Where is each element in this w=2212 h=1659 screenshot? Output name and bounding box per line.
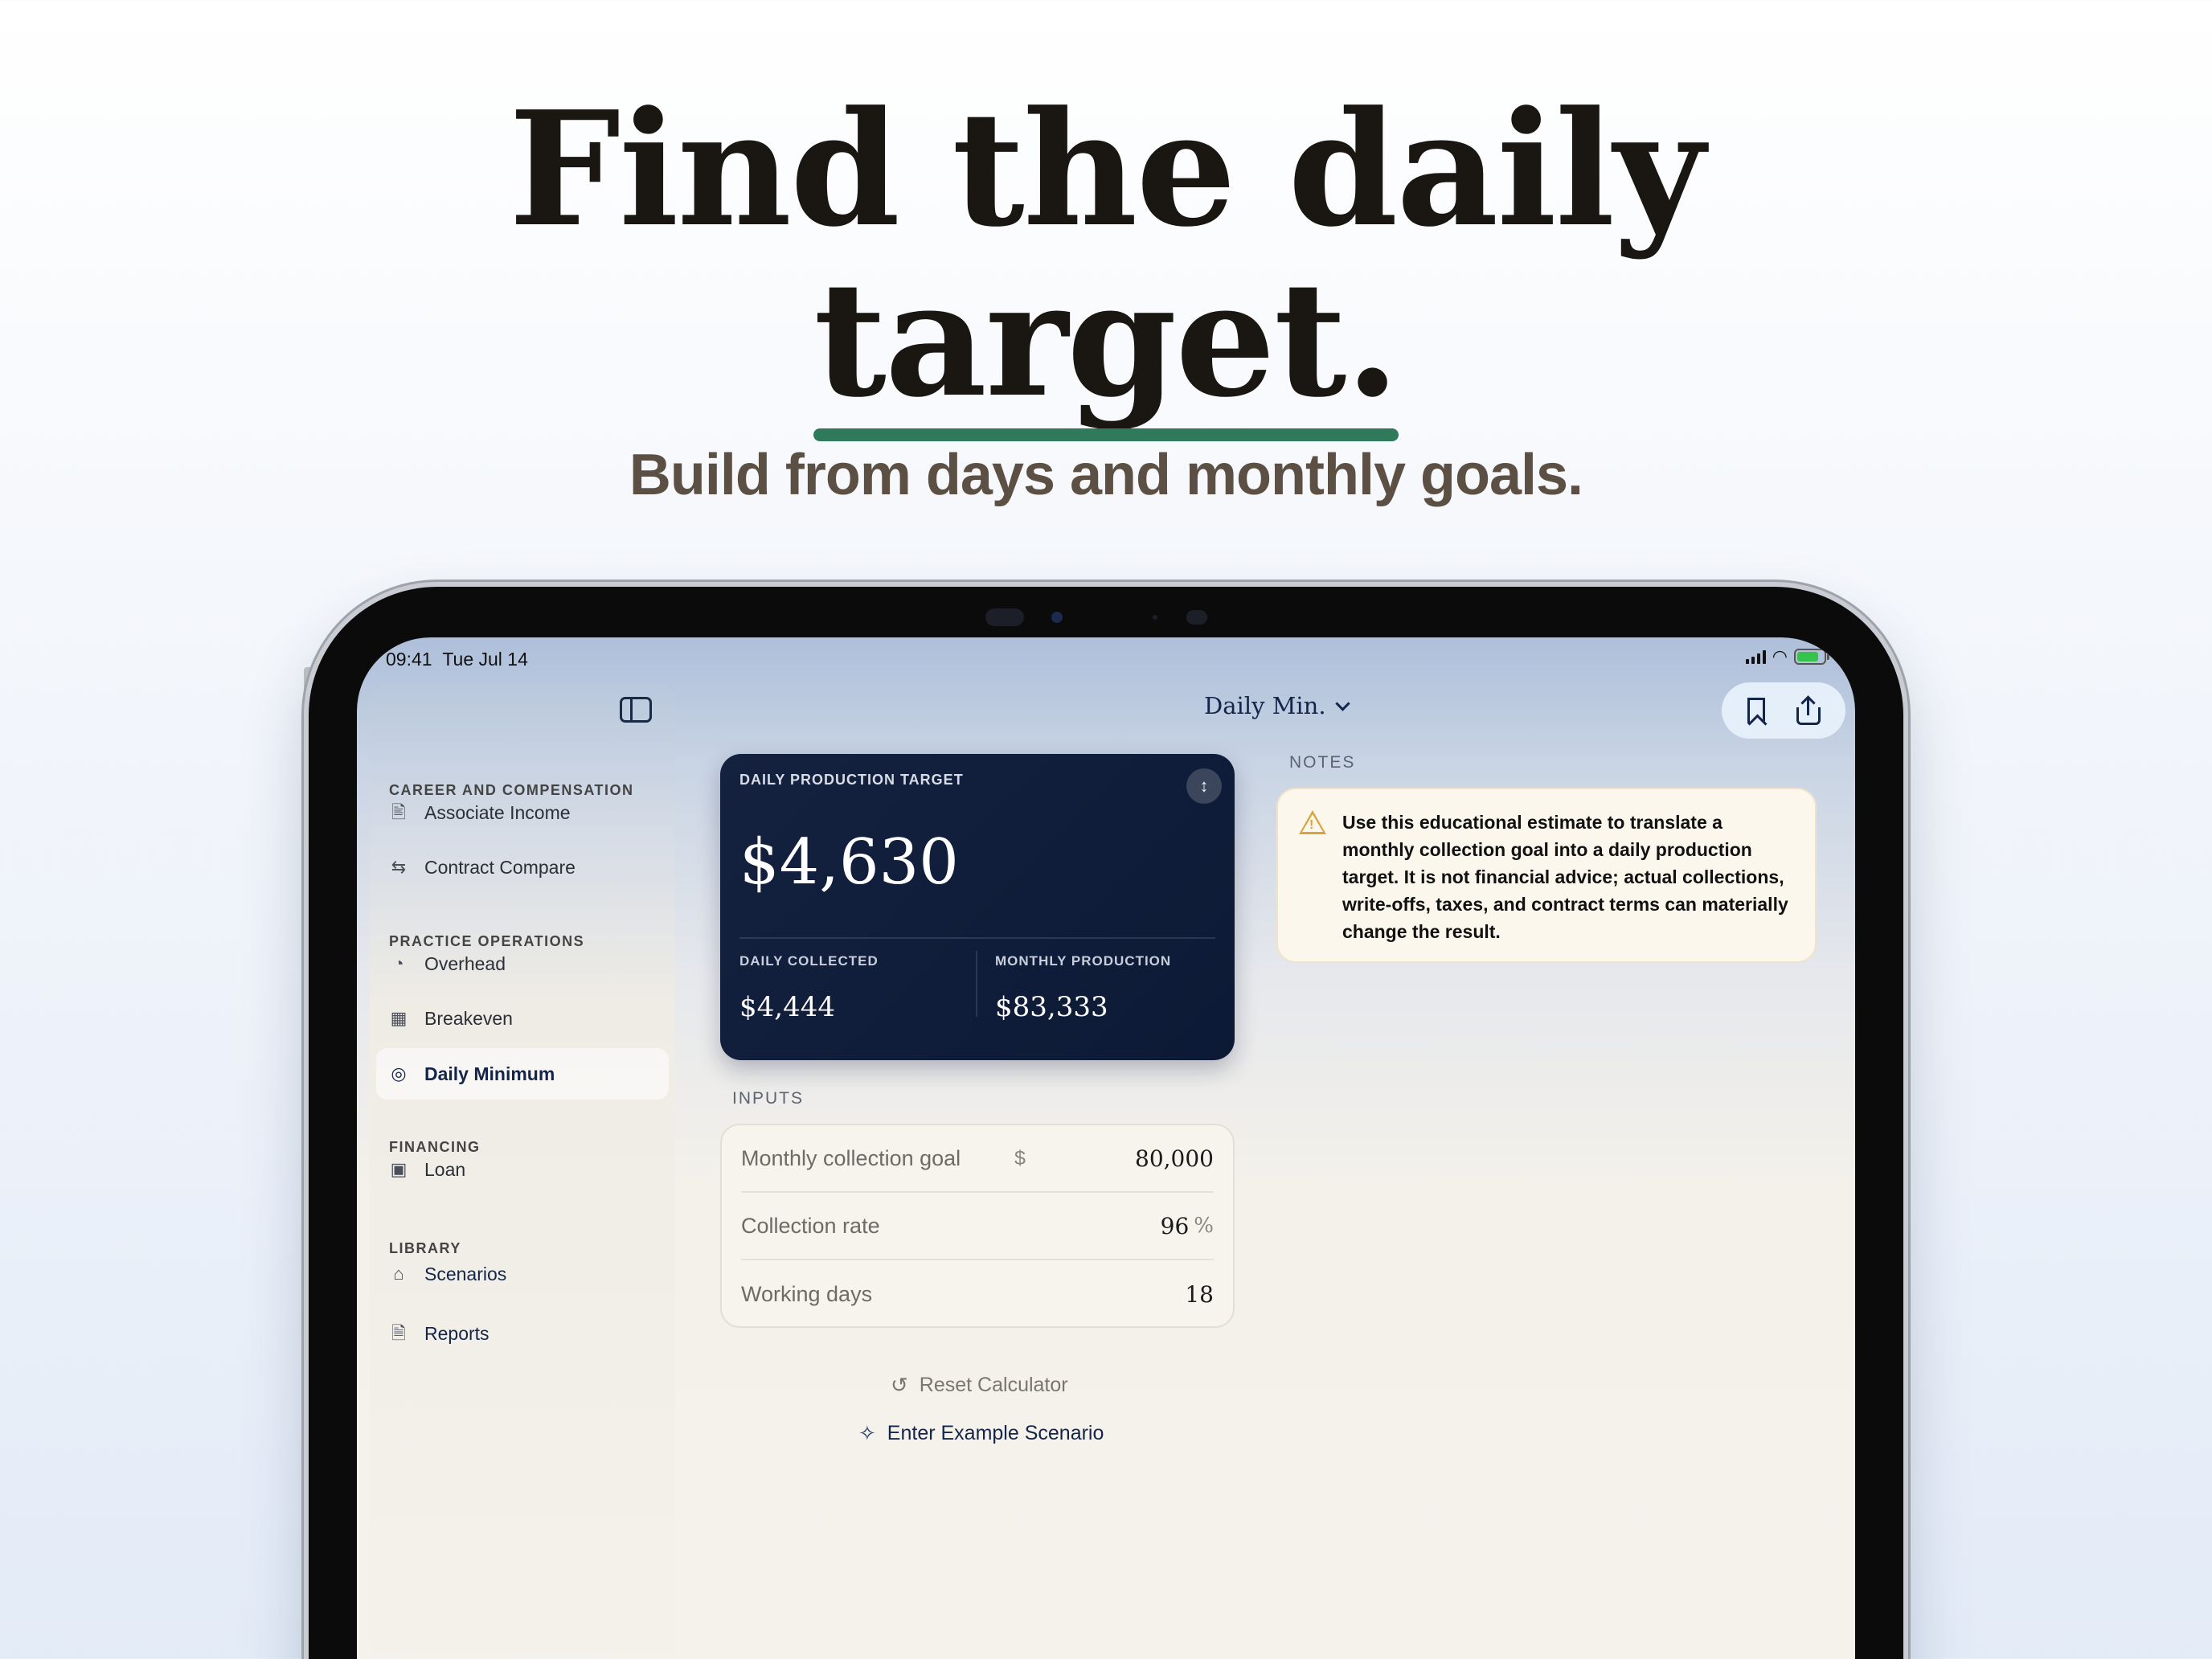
notes-text: Use this educational estimate to transla…	[1342, 812, 1788, 942]
sidebar-item-label: Daily Minimum	[424, 1063, 555, 1084]
swap-arrows-icon: ⇆	[391, 857, 407, 877]
sidebar-item-label: Reports	[424, 1322, 490, 1344]
inputs-card: Monthly collection goal $ 80,000 Collect…	[720, 1124, 1235, 1328]
wifi-icon: ◠	[1772, 646, 1788, 666]
currency-prefix: $	[1014, 1146, 1026, 1169]
input-row-working-days[interactable]: Working days 18	[741, 1260, 1214, 1328]
target-icon: ◎	[391, 1063, 407, 1083]
monthly-production-value: $83,333	[995, 991, 1108, 1023]
toolbar-actions	[1722, 682, 1845, 739]
share-icon[interactable]	[1796, 695, 1821, 725]
working-days-field[interactable]: 18	[1185, 1281, 1214, 1308]
daily-collected-label: DAILY COLLECTED	[739, 953, 879, 969]
sidebar-item-label: Breakeven	[424, 1007, 513, 1029]
sidebar-item-loan[interactable]: ▣ Loan	[376, 1144, 669, 1195]
hero-subhead: Build from days and monthly goals.	[629, 443, 1583, 507]
example-scenario-button[interactable]: ✧ Enter Example Scenario	[858, 1421, 1104, 1446]
example-label: Enter Example Scenario	[887, 1422, 1104, 1444]
sensor-icon	[985, 608, 1024, 626]
calculator-title: Daily Min.	[1204, 692, 1326, 719]
sidebar-item-contract-compare[interactable]: ⇆ Contract Compare	[376, 842, 669, 893]
headline-line-2: target.	[813, 255, 1400, 441]
chevron-down-icon	[1334, 695, 1350, 711]
sidebar-item-label: Overhead	[424, 952, 506, 974]
headline-line-2-text: target.	[813, 248, 1399, 432]
sidebar-item-label: Contract Compare	[424, 856, 576, 878]
reset-calculator-button[interactable]: ↺ Reset Calculator	[891, 1373, 1068, 1398]
sensor-icon-2	[1186, 610, 1207, 625]
headline-underline	[813, 428, 1399, 441]
camera-housing	[985, 608, 1227, 626]
sidebar-toggle-icon[interactable]	[620, 697, 652, 723]
inputs-heading: INPUTS	[732, 1089, 805, 1108]
calendar-grid-icon: ▦	[390, 1008, 408, 1028]
hero-headline: Find the daily target.	[0, 77, 2212, 441]
percent-unit: %	[1194, 1214, 1214, 1238]
input-label: Collection rate	[741, 1213, 880, 1238]
battery-icon	[1794, 649, 1829, 665]
calculator-title-menu[interactable]: Daily Min.	[1204, 692, 1350, 719]
sidebar-item-reports[interactable]: 🗎 Reports	[376, 1308, 669, 1359]
warning-mark-icon: !	[1309, 818, 1314, 832]
notes-heading: NOTES	[1289, 753, 1356, 772]
headline-line-1: Find the daily	[508, 77, 1705, 262]
input-label: Working days	[741, 1281, 873, 1306]
sidebar-item-scenarios[interactable]: ⌂ Scenarios	[376, 1248, 669, 1300]
sidebar-item-daily-minimum[interactable]: ◎ Daily Minimum	[376, 1048, 669, 1100]
notes-card: ! Use this educational estimate to trans…	[1276, 788, 1817, 963]
sidebar: CAREER AND COMPENSATION 🖹 Associate Inco…	[370, 682, 675, 1659]
collapse-icon[interactable]: ↕	[1186, 768, 1222, 804]
monthly-goal-field[interactable]: 80,000	[1135, 1145, 1214, 1172]
input-row-monthly-goal[interactable]: Monthly collection goal $ 80,000	[741, 1125, 1214, 1193]
daily-target-card: DAILY PRODUCTION TARGET ↕ $4,630 DAILY C…	[720, 754, 1235, 1060]
bookmark-icon[interactable]	[1747, 698, 1765, 723]
sidebar-item-overhead[interactable]: ◔ Overhead	[376, 938, 669, 989]
input-label: Monthly collection goal	[741, 1145, 961, 1170]
result-vertical-divider	[976, 951, 977, 1017]
document-icon: 🗎	[391, 1323, 406, 1343]
app-screen: 09:41 Tue Jul 14 ◠ CAREER AND COMPENSATI…	[357, 637, 1855, 1659]
cellular-signal-icon	[1745, 649, 1766, 664]
sensor-dot-icon	[1153, 615, 1157, 620]
status-time: 09:41	[386, 649, 432, 670]
sidebar-item-label: Scenarios	[424, 1263, 507, 1284]
daily-collected-value: $4,444	[739, 991, 835, 1023]
reset-label: Reset Calculator	[919, 1374, 1068, 1396]
banknote-icon: ▣	[390, 1159, 408, 1179]
result-divider	[739, 937, 1215, 939]
monthly-production-label: MONTHLY PRODUCTION	[995, 953, 1172, 969]
status-icons: ◠	[1745, 646, 1829, 666]
pie-chart-icon: ◔	[393, 953, 404, 973]
status-bar-time: 09:41 Tue Jul 14	[386, 649, 528, 670]
input-row-collection-rate[interactable]: Collection rate 96 %	[741, 1193, 1214, 1260]
collection-rate-field[interactable]: 96	[1161, 1213, 1190, 1239]
sidebar-item-label: Associate Income	[424, 801, 571, 823]
tray-icon: ⌂	[393, 1264, 404, 1284]
magic-wand-icon: ✧	[858, 1421, 876, 1445]
id-card-icon: 🖹	[391, 802, 406, 822]
sidebar-item-associate-income[interactable]: 🖹 Associate Income	[376, 787, 669, 838]
result-value: $4,630	[739, 826, 959, 899]
sidebar-item-breakeven[interactable]: ▦ Breakeven	[376, 993, 669, 1044]
camera-lens-icon	[1051, 612, 1063, 623]
reset-icon: ↺	[891, 1373, 908, 1397]
sidebar-item-label: Loan	[424, 1158, 466, 1180]
result-label: DAILY PRODUCTION TARGET	[739, 772, 964, 788]
status-date: Tue Jul 14	[442, 649, 528, 670]
